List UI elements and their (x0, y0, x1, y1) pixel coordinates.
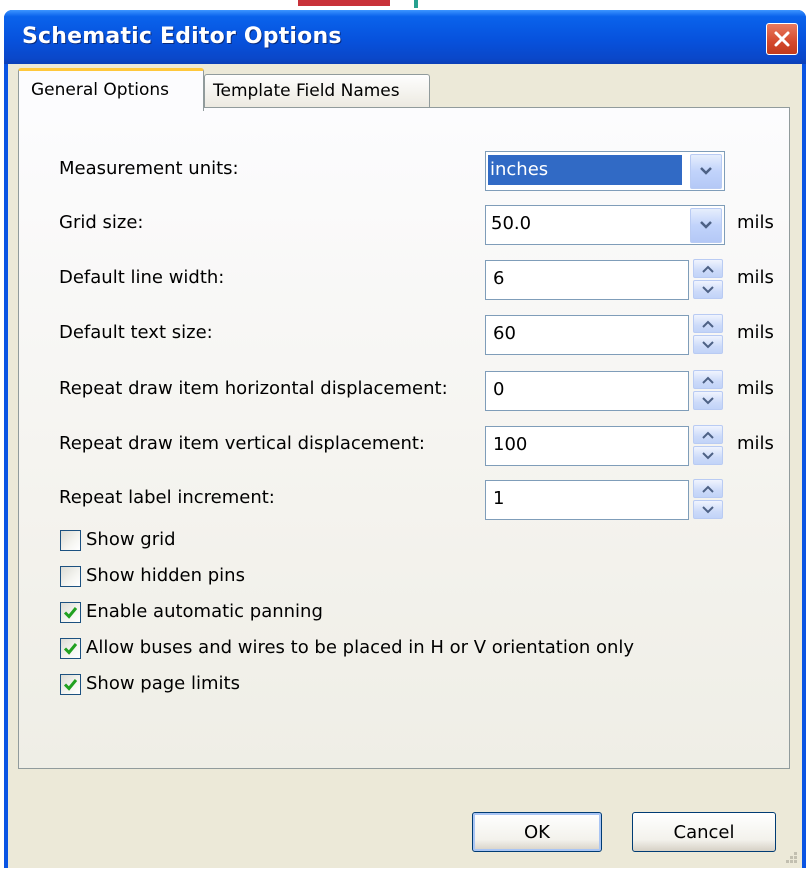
default-text-size-unit: mils (737, 322, 774, 343)
repeat-vertical-value: 100 (493, 434, 528, 455)
grid-size-unit: mils (737, 212, 774, 233)
spin-down-button[interactable] (693, 280, 723, 299)
checkmark-icon (63, 607, 78, 619)
spin-up-button[interactable] (693, 425, 723, 444)
checkmark-icon (63, 679, 78, 691)
arrow-down-icon (702, 397, 714, 405)
close-button[interactable] (766, 23, 798, 55)
grid-size-dropdown[interactable]: 50.0 (485, 205, 725, 245)
tab-label: Template Field Names (213, 81, 400, 101)
repeat-vertical-input[interactable]: 100 (485, 426, 689, 466)
repeat-vertical-label: Repeat draw item vertical displacement: (59, 433, 425, 454)
spin-down-button[interactable] (693, 391, 723, 410)
show-page-limits-label[interactable]: Show page limits (86, 673, 240, 694)
title-bar[interactable]: Schematic Editor Options (4, 10, 806, 64)
spin-down-button[interactable] (693, 500, 723, 519)
repeat-horizontal-spinner (693, 370, 723, 410)
spin-up-button[interactable] (693, 370, 723, 389)
cancel-button[interactable]: Cancel (632, 812, 776, 852)
checkmark-icon (63, 643, 78, 655)
repeat-label-increment-input[interactable]: 1 (485, 480, 689, 520)
arrow-up-icon (702, 431, 714, 439)
arrow-up-icon (702, 265, 714, 273)
dropdown-button[interactable] (690, 154, 722, 189)
dropdown-button[interactable] (690, 208, 722, 243)
dialog-client-area: General Options Template Field Names Mea… (8, 64, 802, 868)
measurement-units-label: Measurement units: (59, 158, 239, 179)
arrow-down-icon (702, 506, 714, 514)
resize-grip[interactable] (782, 848, 798, 864)
hv-orientation-only-label[interactable]: Allow buses and wires to be placed in H … (86, 637, 634, 658)
chevron-down-icon (700, 167, 712, 175)
ok-button[interactable]: OK (472, 812, 602, 852)
repeat-label-increment-spinner (693, 479, 723, 519)
tab-strip: General Options Template Field Names (8, 64, 802, 111)
show-hidden-pins-checkbox[interactable] (60, 566, 81, 587)
arrow-down-icon (702, 341, 714, 349)
measurement-units-dropdown[interactable]: inches (485, 151, 725, 191)
dialog-window: Schematic Editor Options General Options… (4, 10, 806, 868)
spin-up-button[interactable] (693, 314, 723, 333)
arrow-down-icon (702, 452, 714, 460)
default-text-size-value: 60 (493, 323, 516, 344)
tab-label: General Options (31, 80, 169, 100)
spin-up-button[interactable] (693, 479, 723, 498)
repeat-label-increment-label: Repeat label increment: (59, 487, 275, 508)
enable-automatic-panning-label[interactable]: Enable automatic panning (86, 601, 323, 622)
repeat-horizontal-unit: mils (737, 378, 774, 399)
tab-template-field-names[interactable]: Template Field Names (204, 74, 430, 108)
window-title: Schematic Editor Options (22, 24, 342, 49)
repeat-vertical-spinner (693, 425, 723, 465)
background-strip (0, 0, 810, 10)
grid-size-value: 50.0 (491, 213, 532, 234)
grid-size-label: Grid size: (59, 212, 144, 233)
show-grid-checkbox[interactable] (60, 530, 81, 551)
spin-down-button[interactable] (693, 446, 723, 465)
default-line-width-label: Default line width: (59, 267, 225, 288)
repeat-vertical-unit: mils (737, 433, 774, 454)
default-line-width-unit: mils (737, 267, 774, 288)
repeat-horizontal-input[interactable]: 0 (485, 371, 689, 411)
hv-orientation-only-checkbox[interactable] (60, 638, 81, 659)
default-text-size-spinner (693, 314, 723, 354)
repeat-horizontal-value: 0 (493, 379, 505, 400)
measurement-units-value: inches (488, 155, 682, 185)
show-grid-label[interactable]: Show grid (86, 529, 176, 550)
arrow-up-icon (702, 376, 714, 384)
repeat-label-increment-value: 1 (493, 488, 505, 509)
spin-up-button[interactable] (693, 259, 723, 278)
repeat-horizontal-label: Repeat draw item horizontal displacement… (59, 378, 448, 399)
default-text-size-input[interactable]: 60 (485, 315, 689, 355)
close-icon (774, 31, 790, 47)
background-red-mark (298, 0, 390, 6)
chevron-down-icon (700, 221, 712, 229)
tab-general-options[interactable]: General Options (18, 68, 204, 111)
general-options-panel: Measurement units: inches Grid size: 50.… (18, 107, 790, 769)
arrow-up-icon (702, 485, 714, 493)
default-line-width-spinner (693, 259, 723, 299)
show-hidden-pins-label[interactable]: Show hidden pins (86, 565, 245, 586)
default-line-width-input[interactable]: 6 (485, 260, 689, 300)
spin-down-button[interactable] (693, 335, 723, 354)
enable-automatic-panning-checkbox[interactable] (60, 602, 81, 623)
show-page-limits-checkbox[interactable] (60, 674, 81, 695)
default-text-size-label: Default text size: (59, 322, 213, 343)
arrow-up-icon (702, 320, 714, 328)
default-line-width-value: 6 (493, 268, 505, 289)
arrow-down-icon (702, 286, 714, 294)
background-teal-mark (414, 0, 418, 8)
